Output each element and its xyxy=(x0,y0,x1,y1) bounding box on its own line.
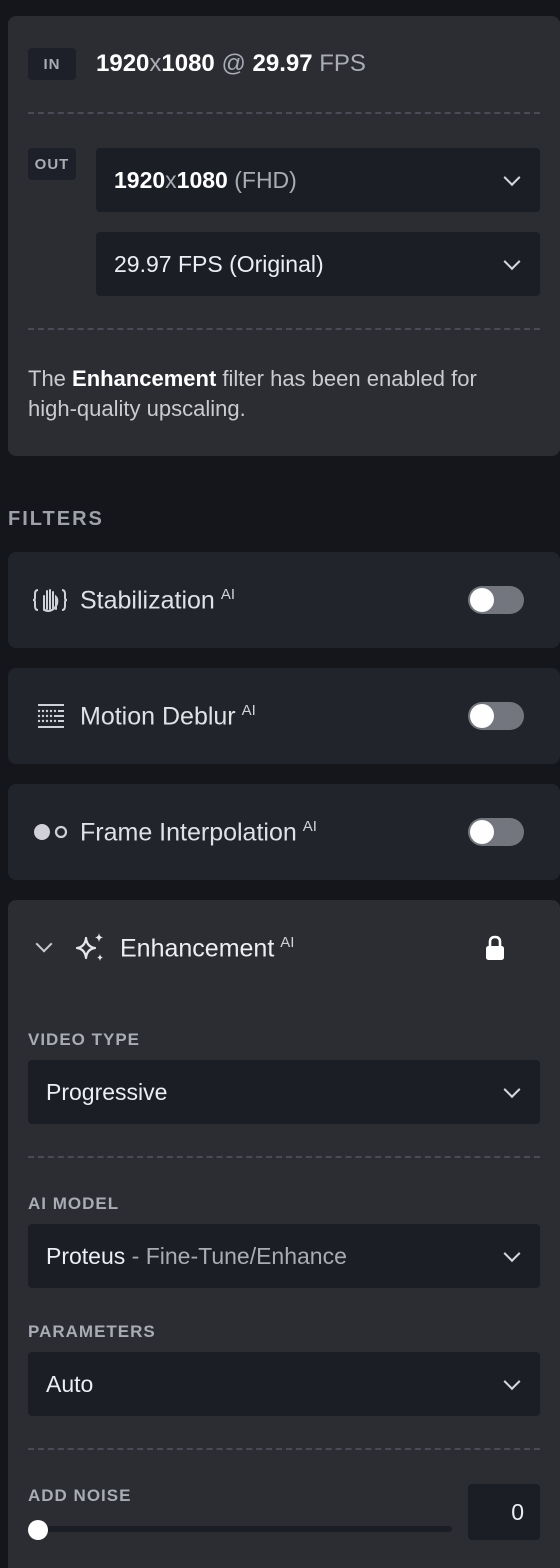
sparkles-icon xyxy=(75,933,103,961)
filter-name: Frame Interpolation AI xyxy=(80,818,317,847)
filter-motion-deblur[interactable]: Motion Deblur AI xyxy=(8,668,560,764)
io-settings-card: IN 1920x1080 @ 29.97 FPS OUT 1920 x 1080 (… xyxy=(8,16,560,456)
filter-label: Stabilization xyxy=(80,586,215,615)
output-fps-select[interactable]: 29.97 FPS (Original) xyxy=(96,232,540,296)
chevron-down-icon xyxy=(503,169,521,187)
toggle-knob xyxy=(470,704,494,728)
input-at: @ xyxy=(221,50,246,77)
output-height: 1080 xyxy=(176,166,228,193)
motion-deblur-toggle[interactable] xyxy=(468,702,524,730)
filter-label: Frame Interpolation xyxy=(80,818,297,847)
divider xyxy=(28,112,540,114)
input-x: x xyxy=(149,50,162,77)
parameters-label: PARAMETERS xyxy=(28,1322,156,1341)
input-format-text: 1920x1080 @ 29.97 FPS xyxy=(96,50,366,78)
input-fps: 29.97 xyxy=(252,50,313,77)
filter-name: Stabilization AI xyxy=(80,586,235,615)
parameters-value: Auto xyxy=(46,1370,94,1397)
output-resolution-label: (FHD) xyxy=(234,166,297,193)
filter-stabilization[interactable]: Stabilization AI xyxy=(8,552,560,648)
ai-badge: AI xyxy=(280,934,295,951)
chevron-down-icon[interactable] xyxy=(35,935,53,953)
ai-badge: AI xyxy=(241,702,256,719)
video-type-select[interactable]: Progressive xyxy=(28,1060,540,1124)
ai-badge: AI xyxy=(302,818,317,835)
parameters-select[interactable]: Auto xyxy=(28,1352,540,1416)
stabilization-toggle[interactable] xyxy=(468,586,524,614)
filter-label: Enhancement xyxy=(120,934,275,963)
filters-heading: FILTERS xyxy=(8,508,104,530)
chevron-down-icon xyxy=(503,253,521,271)
out-tag: OUT xyxy=(28,148,76,180)
frame-interpolation-icon xyxy=(34,824,68,840)
video-type-value: Progressive xyxy=(46,1078,168,1105)
stabilization-hand-icon xyxy=(32,589,68,613)
output-resolution-select[interactable]: 1920 x 1080 (FHD) xyxy=(96,148,540,212)
ai-model-detail: Fine-Tune/Enhance xyxy=(145,1242,347,1269)
output-x: x xyxy=(165,166,177,193)
divider xyxy=(28,1448,540,1450)
input-fps-unit: FPS xyxy=(319,50,366,77)
note-bold: Enhancement xyxy=(72,366,217,391)
add-noise-label: ADD NOISE xyxy=(28,1486,132,1505)
toggle-knob xyxy=(470,588,494,612)
filter-name: Enhancement AI xyxy=(120,934,294,963)
chevron-down-icon xyxy=(503,1245,521,1263)
input-height: 1080 xyxy=(161,50,215,77)
video-type-label: VIDEO TYPE xyxy=(28,1030,141,1049)
ai-model-label: AI MODEL xyxy=(28,1194,120,1213)
frame-interpolation-toggle[interactable] xyxy=(468,818,524,846)
output-width: 1920 xyxy=(114,166,166,193)
ai-badge: AI xyxy=(220,586,235,603)
divider xyxy=(28,328,540,330)
chevron-down-icon xyxy=(503,1081,521,1099)
lock-icon xyxy=(486,935,504,960)
note-prefix: The xyxy=(28,366,73,391)
motion-deblur-icon xyxy=(37,704,64,728)
add-noise-slider-track[interactable] xyxy=(36,1526,452,1532)
chevron-down-icon xyxy=(503,1373,521,1391)
filter-name: Motion Deblur AI xyxy=(80,702,256,731)
in-tag: IN xyxy=(28,48,76,80)
add-noise-input[interactable]: 0 xyxy=(468,1484,540,1540)
output-fps-value: 29.97 FPS (Original) xyxy=(114,250,324,277)
ai-model-select[interactable]: Proteus - Fine-Tune/Enhance xyxy=(28,1224,540,1288)
ai-model-value: Proteus xyxy=(46,1242,126,1269)
divider xyxy=(28,1156,540,1158)
toggle-knob xyxy=(470,820,494,844)
enhancement-note: The Enhancement filter has been enabled … xyxy=(28,364,528,424)
filter-enhancement: Enhancement AI VIDEO TYPE Progressive AI … xyxy=(8,900,560,1568)
filter-frame-interpolation[interactable]: Frame Interpolation AI xyxy=(8,784,560,880)
add-noise-slider-handle[interactable] xyxy=(28,1520,48,1540)
input-width: 1920 xyxy=(96,50,150,77)
ai-model-separator: - xyxy=(125,1242,146,1269)
filter-label: Motion Deblur xyxy=(80,702,236,731)
